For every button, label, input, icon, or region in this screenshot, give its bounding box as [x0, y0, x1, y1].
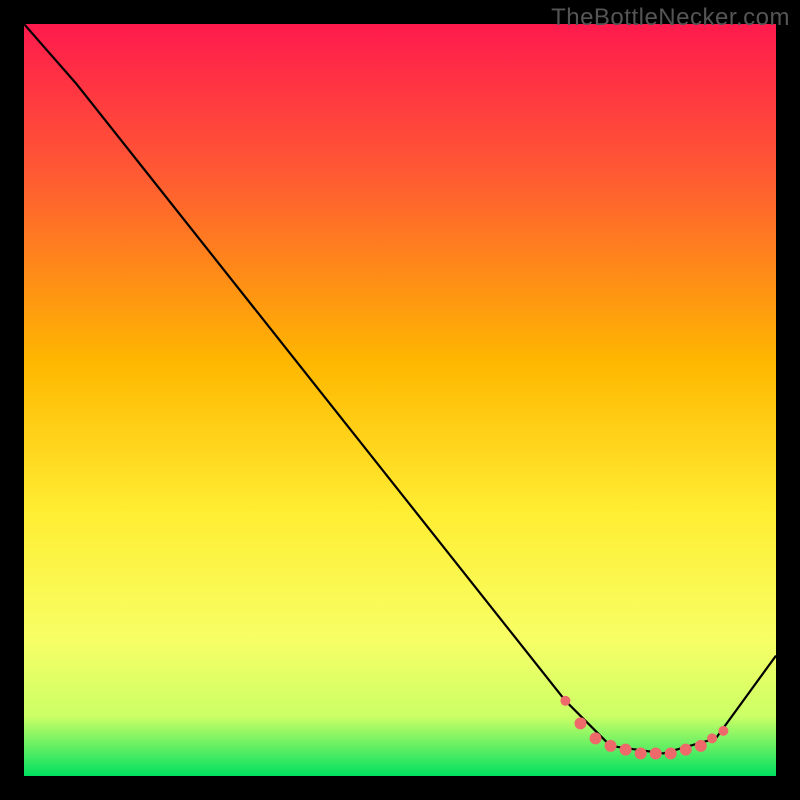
- marker-point: [718, 726, 728, 736]
- plot-area: [24, 24, 776, 776]
- marker-point: [605, 740, 617, 752]
- watermark-text: TheBottleNecker.com: [551, 4, 790, 32]
- marker-point: [695, 740, 707, 752]
- marker-point: [635, 747, 647, 759]
- chart-frame: TheBottleNecker.com: [0, 0, 800, 800]
- chart-svg: [24, 24, 776, 776]
- marker-point: [665, 747, 677, 759]
- marker-point: [707, 733, 717, 743]
- marker-point: [574, 717, 586, 729]
- marker-point: [590, 732, 602, 744]
- marker-point: [620, 744, 632, 756]
- marker-point: [680, 744, 692, 756]
- marker-point: [560, 696, 570, 706]
- gradient-background: [24, 24, 776, 776]
- marker-point: [650, 747, 662, 759]
